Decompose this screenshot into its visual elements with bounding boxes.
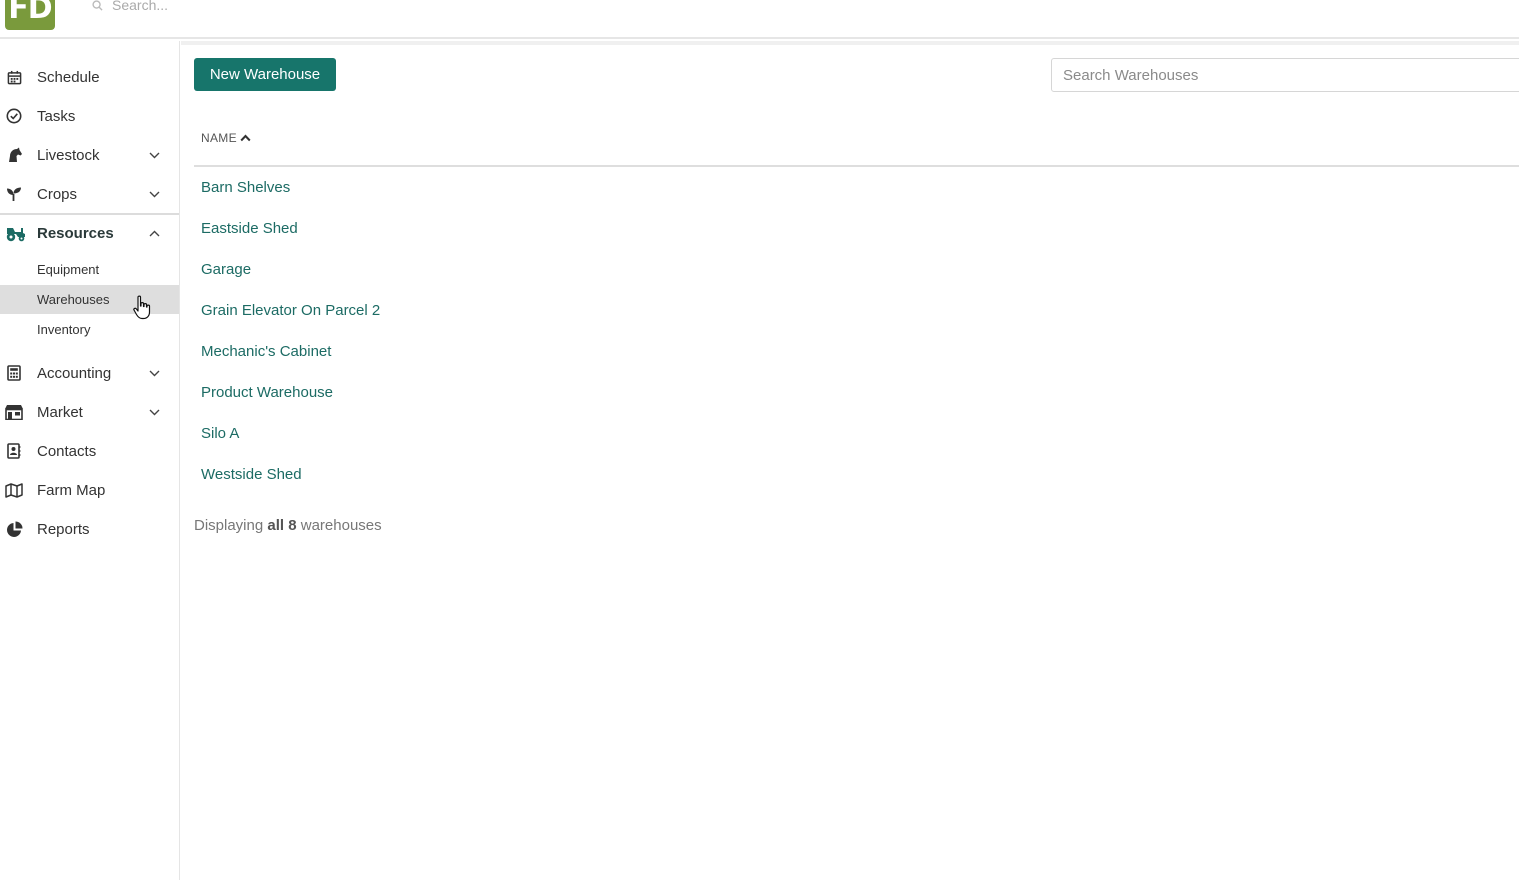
name-column-header[interactable]: NAME [201,131,252,145]
horse-icon [5,146,23,164]
table-row: Garage [201,259,380,300]
sidebar-item-label: Contacts [37,442,97,460]
warehouse-link[interactable]: Mechanic's Cabinet [201,341,331,363]
sidebar-item-accounting[interactable]: Accounting [0,354,179,392]
warehouse-link[interactable]: Product Warehouse [201,382,333,404]
sidebar-item-label: Resources [37,224,114,242]
table-row: Silo A [201,423,380,464]
calendar-icon [5,68,23,86]
chevron-down-icon[interactable] [147,148,161,162]
pie-chart-icon [5,520,23,538]
chevron-down-icon[interactable] [147,187,161,201]
column-header-label: NAME [201,131,237,145]
seedling-icon [5,185,23,203]
search-warehouses-input[interactable] [1051,58,1519,92]
table-row: Westside Shed [201,464,380,505]
sidebar-subitem-equipment[interactable]: Equipment [0,255,179,284]
table-row: Mechanic's Cabinet [201,341,380,382]
content-top-border [181,41,1519,45]
app-logo[interactable]: FD [5,0,55,30]
check-circle-icon [5,107,23,125]
count-prefix: Displaying [194,517,264,534]
sidebar-item-reports[interactable]: Reports [0,510,179,548]
sidebar-item-crops[interactable]: Crops [0,175,179,213]
record-count: Displaying all 8 warehouses [194,517,382,534]
chevron-up-icon [240,133,252,143]
map-icon [5,481,23,499]
table-row: Eastside Shed [201,218,380,259]
address-book-icon [5,442,23,460]
sidebar-item-label: Accounting [37,364,112,382]
sidebar-item-tasks[interactable]: Tasks [0,97,179,135]
table-header-divider [194,165,1519,167]
top-bar: FD [0,0,1519,39]
sidebar-item-farm-map[interactable]: Farm Map [0,471,179,509]
warehouse-link[interactable]: Garage [201,259,251,281]
sidebar-item-label: Crops [37,185,78,203]
sidebar-item-label: Market [37,403,83,421]
global-search [90,0,412,16]
sidebar-item-label: Livestock [37,146,100,164]
chevron-up-icon[interactable] [147,226,161,240]
sidebar-item-label: Schedule [37,68,100,86]
store-icon [4,403,24,421]
count-suffix: warehouses [300,517,382,534]
table-row: Product Warehouse [201,382,380,423]
sidebar-item-schedule[interactable]: Schedule [0,58,179,96]
warehouse-link[interactable]: Barn Shelves [201,177,290,199]
chevron-down-icon[interactable] [147,405,161,419]
sidebar-item-label: Tasks [37,107,76,125]
tractor-icon [4,224,26,242]
sidebar-subitem-label: Warehouses [37,292,110,307]
count-all: all [267,517,285,534]
sidebar-item-label: Farm Map [37,481,106,499]
sidebar: Schedule Tasks Livestock Crops Resources [0,41,180,880]
hand-cursor-icon [132,295,154,321]
sidebar-item-contacts[interactable]: Contacts [0,432,179,470]
sidebar-subitem-label: Inventory [37,322,91,337]
global-search-input[interactable] [112,0,412,13]
sidebar-item-market[interactable]: Market [0,393,179,431]
sidebar-item-resources[interactable]: Resources [0,214,179,252]
warehouse-link[interactable]: Grain Elevator On Parcel 2 [201,300,380,322]
warehouse-link[interactable]: Eastside Shed [201,218,298,240]
sidebar-item-livestock[interactable]: Livestock [0,136,179,174]
warehouse-list: Barn Shelves Eastside Shed Garage Grain … [201,177,380,505]
count-number: 8 [288,517,297,534]
warehouse-link[interactable]: Silo A [201,423,239,445]
sidebar-subitem-label: Equipment [37,262,100,277]
warehouse-link[interactable]: Westside Shed [201,464,302,486]
sidebar-item-label: Reports [37,520,90,538]
table-row: Barn Shelves [201,177,380,218]
calculator-icon [5,364,23,382]
table-row: Grain Elevator On Parcel 2 [201,300,380,341]
chevron-down-icon[interactable] [147,366,161,380]
search-icon [90,0,104,12]
new-warehouse-button[interactable]: New Warehouse [194,58,336,91]
